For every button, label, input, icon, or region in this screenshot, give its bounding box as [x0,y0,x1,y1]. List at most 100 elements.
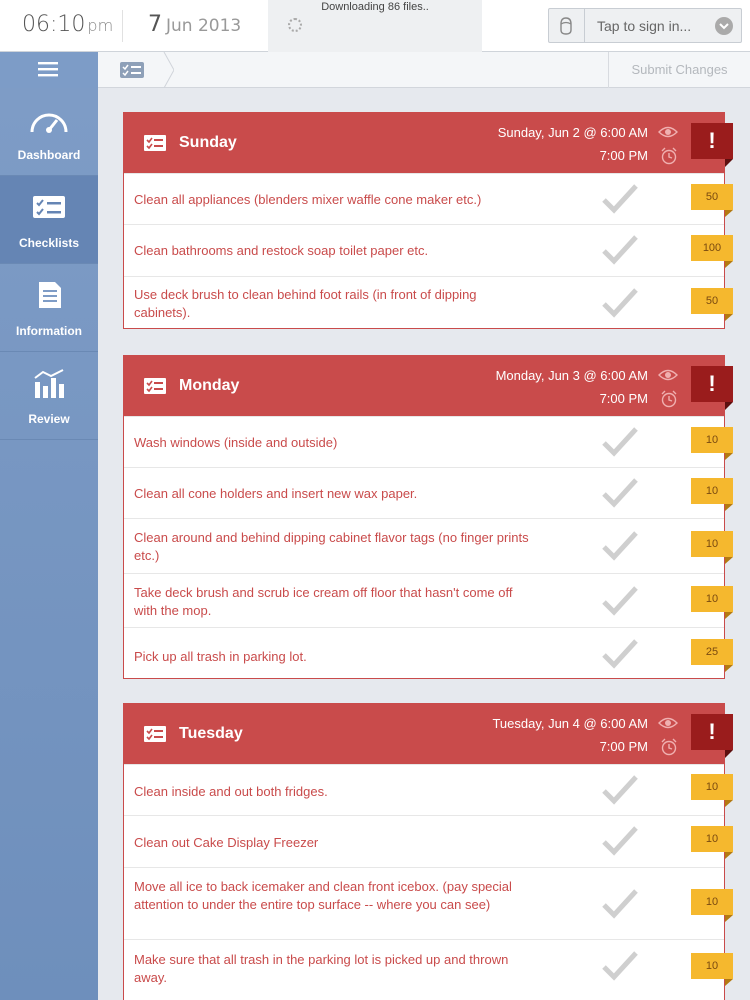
end-time: 7:00 PM [599,739,648,754]
breadcrumb[interactable] [98,52,174,88]
submit-changes-button[interactable]: Submit Changes [608,52,750,88]
badge-fold [725,665,733,672]
eye-icon[interactable] [658,125,678,139]
points-badge: 100 [691,235,733,261]
sidebar: Dashboard Checklists Information Review [0,88,98,1000]
checkmark-icon[interactable] [600,233,640,267]
checkmark-icon[interactable] [600,529,640,563]
task-text: Use deck brush to clean behind foot rail… [134,287,477,320]
task-row[interactable]: Use deck brush to clean behind foot rail… [124,276,733,329]
task-row[interactable]: Make sure that all trash in the parking … [124,939,733,1000]
alert-flag[interactable]: ! [691,366,733,402]
sidebar-item-label: Checklists [18,236,80,250]
checklist-card-sunday: Sunday Sunday, Jun 2 @ 6:00 AM 7:00 PM !… [123,112,733,329]
eye-icon[interactable] [658,368,678,382]
sign-in-label[interactable]: Tap to sign in... [597,18,691,34]
alarm-clock-icon[interactable] [660,390,678,408]
avatar[interactable] [549,9,585,42]
toolbar: Submit Changes [0,52,750,88]
points-badge: 25 [691,639,733,665]
sidebar-item-information[interactable]: Information [0,264,98,352]
task-row[interactable]: Clean inside and out both fridges. 10 [124,764,733,815]
task-row[interactable]: Clean all appliances (blenders mixer waf… [124,173,733,224]
badge-fold [725,612,733,619]
checkmark-icon[interactable] [600,824,640,858]
points-badge: 50 [691,288,733,314]
badge-fold [725,453,733,460]
end-time: 7:00 PM [599,148,648,163]
task-text: Move all ice to back icemaker and clean … [134,879,512,912]
alert-flag[interactable]: ! [691,714,733,750]
sidebar-item-label: Review [28,412,70,426]
badge-fold [725,979,733,986]
sidebar-item-dashboard[interactable]: Dashboard [0,88,98,176]
checkmark-icon[interactable] [600,887,640,921]
clock-time: 06:10 pm [22,12,114,37]
chevron-down-icon[interactable] [715,17,733,35]
sidebar-item-label: Information [16,324,82,338]
speedometer-icon [30,113,68,133]
day-title: Tuesday [179,725,243,742]
points-badge: 10 [691,826,733,852]
task-row[interactable]: Clean out Cake Display Freezer 10 [124,815,733,867]
task-row[interactable]: Move all ice to back icemaker and clean … [124,867,733,939]
sidebar-item-label: Dashboard [17,148,81,162]
download-status: Downloading 86 files.. [268,0,482,52]
user-icon [560,17,572,35]
task-text: Make sure that all trash in the parking … [134,952,509,985]
checklist-icon [144,135,166,151]
badge-fold [725,557,733,564]
end-time: 7:00 PM [599,391,648,406]
task-row[interactable]: Wash windows (inside and outside) 10 [124,416,733,467]
checkmark-icon[interactable] [600,476,640,510]
checkmark-icon[interactable] [600,425,640,459]
badge-fold [725,852,733,859]
checkmark-icon[interactable] [600,286,640,320]
spinner-icon [288,18,302,32]
task-row[interactable]: Pick up all trash in parking lot. 25 [124,627,733,679]
day-title: Sunday [179,134,237,151]
sidebar-item-review[interactable]: Review [0,352,98,440]
checklist-header[interactable]: Tuesday Tuesday, Jun 4 @ 6:00 AM 7:00 PM [124,704,724,764]
task-row[interactable]: Clean bathrooms and restock soap toilet … [124,224,733,276]
start-time: Monday, Jun 3 @ 6:00 AM [495,368,648,383]
checklist-icon [33,196,65,218]
current-date: 7 Jun 2013 [148,12,242,37]
points-badge: 50 [691,184,733,210]
task-text: Clean inside and out both fridges. [134,784,328,799]
points-badge: 10 [691,427,733,453]
alert-flag[interactable]: ! [691,123,733,159]
start-time: Tuesday, Jun 4 @ 6:00 AM [492,716,648,731]
checkmark-icon[interactable] [600,637,640,671]
date-month-year: Jun 2013 [166,16,242,36]
points-badge: 10 [691,774,733,800]
menu-button[interactable] [0,52,98,88]
checkmark-icon[interactable] [600,584,640,618]
task-text: Pick up all trash in parking lot. [134,649,307,664]
task-row[interactable]: Clean all cone holders and insert new wa… [124,467,733,518]
download-text: Downloading 86 files.. [321,1,429,13]
checkmark-icon[interactable] [600,182,640,216]
checkmark-icon[interactable] [600,773,640,807]
task-row[interactable]: Take deck brush and scrub ice cream off … [124,573,733,627]
checklist-card-tuesday: Tuesday Tuesday, Jun 4 @ 6:00 AM 7:00 PM… [123,703,733,1000]
sidebar-item-checklists[interactable]: Checklists [0,176,98,264]
status-bar: 06:10 pm 7 Jun 2013 Downloading 86 files..… [0,0,750,52]
checklist-header[interactable]: Monday Monday, Jun 3 @ 6:00 AM 7:00 PM [124,356,724,416]
task-row[interactable]: Clean around and behind dipping cabinet … [124,518,733,573]
badge-fold [725,504,733,511]
alarm-clock-icon[interactable] [660,147,678,165]
points-badge: 10 [691,478,733,504]
eye-icon[interactable] [658,716,678,730]
badge-fold [725,314,733,321]
checklist-header[interactable]: Sunday Sunday, Jun 2 @ 6:00 AM 7:00 PM [124,113,724,173]
bar-chart-icon [34,369,64,398]
divider [122,10,123,42]
task-text: Clean around and behind dipping cabinet … [134,530,529,563]
alarm-clock-icon[interactable] [660,738,678,756]
checklist-icon [144,378,166,394]
badge-fold [725,800,733,807]
day-title: Monday [179,377,240,394]
sign-in-dropdown[interactable]: Tap to sign in... [548,8,742,43]
checkmark-icon[interactable] [600,949,640,983]
